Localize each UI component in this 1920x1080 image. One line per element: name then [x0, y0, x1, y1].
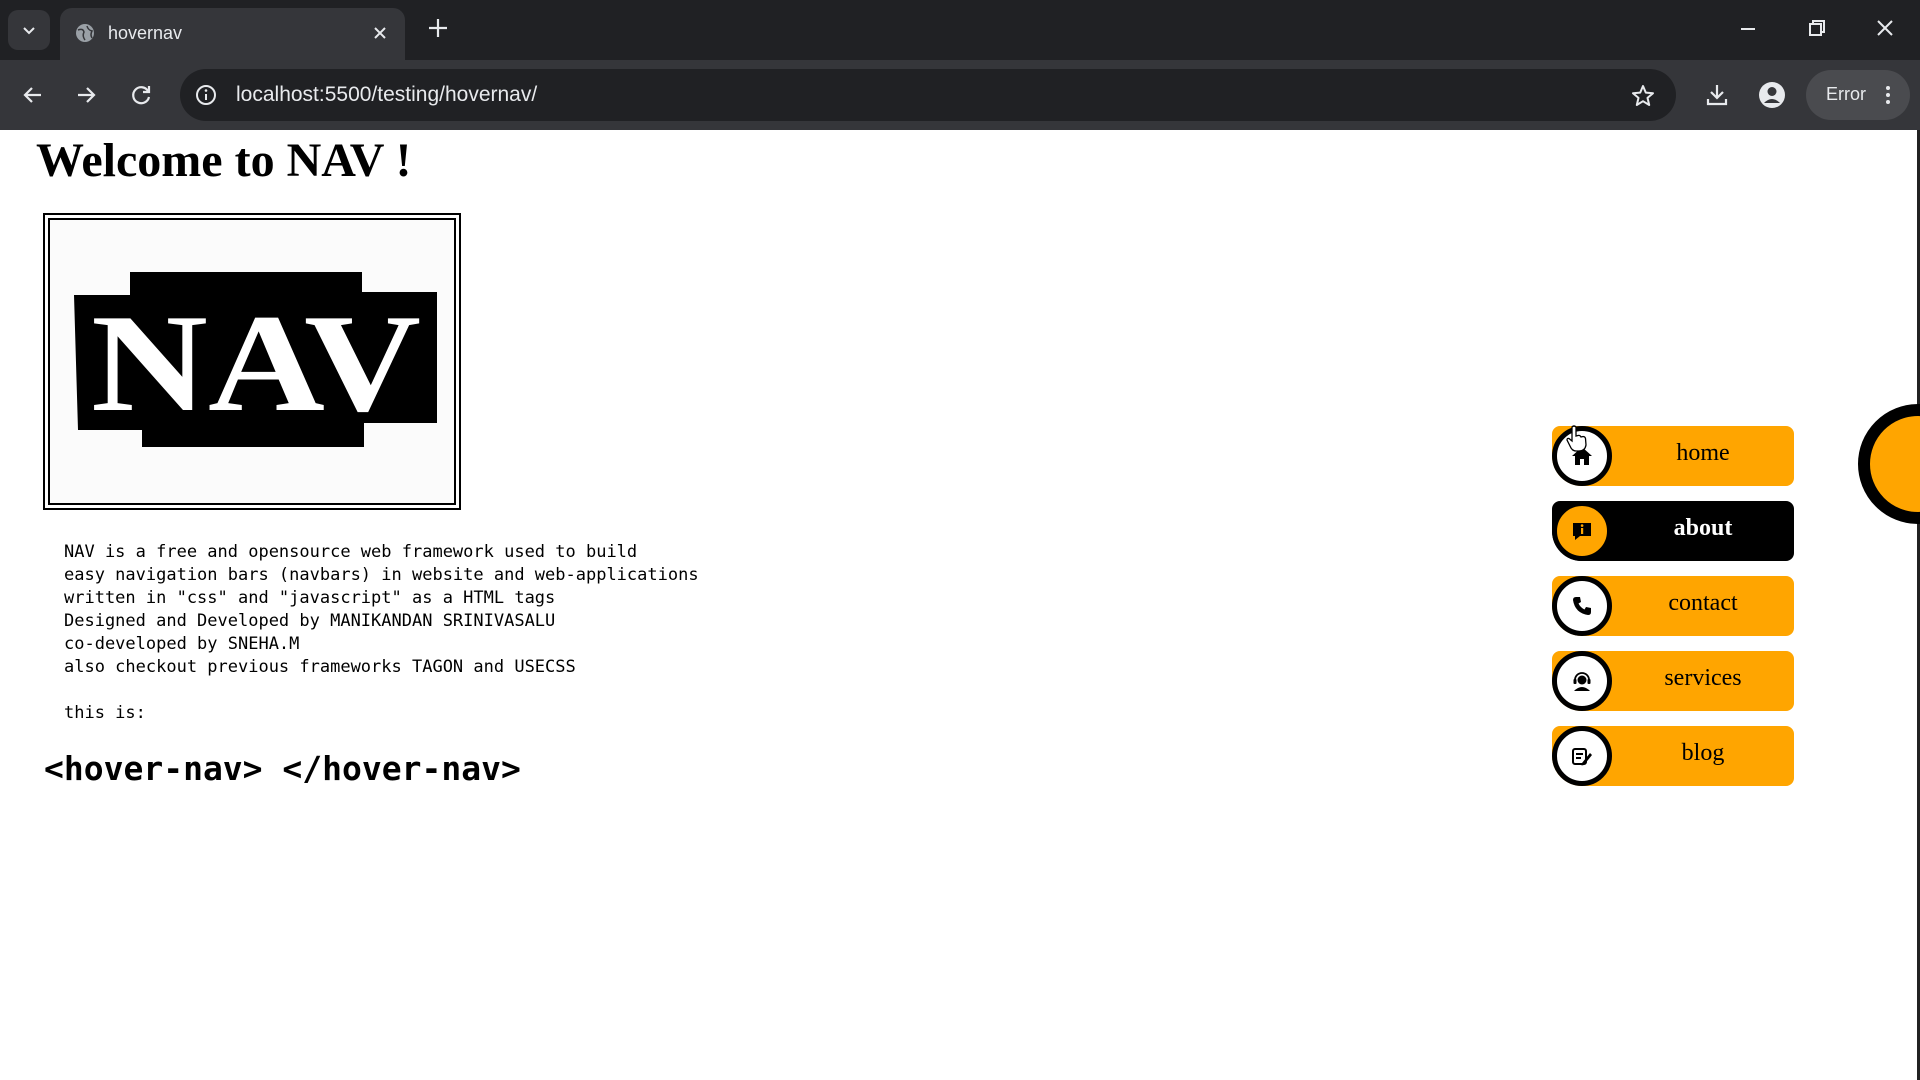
download-icon[interactable]	[1704, 82, 1730, 108]
nav-item-about[interactable]: about	[1552, 501, 1794, 561]
nav-label-about: about	[1673, 515, 1733, 541]
desc-line: easy navigation bars (navbars) in websit…	[64, 565, 699, 585]
reload-icon[interactable]	[128, 82, 154, 108]
chevron-down-icon	[23, 27, 35, 35]
desc-line: Designed and Developed by MANIKANDAN SRI…	[64, 611, 556, 631]
page-title: Welcome to NAV !	[36, 134, 412, 187]
nav-logo-frame: NAV	[43, 213, 461, 510]
close-window-icon[interactable]	[1871, 14, 1899, 42]
nav-icon-circle	[1552, 501, 1612, 561]
nav-label-home: home	[1676, 440, 1730, 466]
desc-line: NAV is a free and opensource web framewo…	[64, 542, 638, 562]
nav-icon-circle	[1552, 726, 1612, 786]
nav-item-contact[interactable]: contact	[1552, 576, 1794, 636]
globe-icon	[76, 24, 94, 42]
nav-label-contact: contact	[1668, 590, 1738, 616]
more-menu-icon[interactable]	[1884, 85, 1892, 105]
phone-icon	[1573, 597, 1591, 615]
nav-label-blog: blog	[1681, 740, 1725, 766]
url-text[interactable]: localhost:5500/testing/hovernav/	[236, 83, 537, 107]
nav-logo-image: NAV	[74, 272, 437, 447]
restore-icon[interactable]	[1803, 14, 1831, 42]
nav-item-home[interactable]: home	[1552, 426, 1794, 486]
profile-error-button[interactable]: Error	[1806, 70, 1910, 120]
minimize-icon[interactable]	[1734, 14, 1762, 42]
close-tab-icon[interactable]	[369, 22, 391, 44]
nav-item-services[interactable]: services	[1552, 651, 1794, 711]
desc-line: co-developed by SNEHA.M	[64, 634, 300, 654]
nav-logo: NAV	[48, 218, 456, 505]
info-icon	[1573, 523, 1591, 540]
back-arrow-icon[interactable]	[20, 82, 46, 108]
description-text: NAV is a free and opensource web framewo…	[64, 541, 699, 725]
bookmark-star-icon[interactable]	[1630, 83, 1656, 109]
hand-cursor-icon	[1566, 425, 1587, 452]
profile-error-label: Error	[1826, 84, 1866, 104]
new-tab-icon[interactable]	[424, 14, 452, 42]
desc-line: this is:	[64, 703, 146, 723]
desc-line: written in "css" and "javascript" as a H…	[64, 588, 556, 608]
tab-title: hovernav	[108, 23, 183, 43]
tab-search-button[interactable]	[8, 10, 50, 50]
address-bar[interactable]: localhost:5500/testing/hovernav/	[180, 69, 1676, 121]
browser-tab[interactable]: hovernav	[60, 8, 405, 60]
site-info-icon[interactable]	[194, 83, 218, 107]
nav-item-blog[interactable]: blog	[1552, 726, 1794, 786]
support-agent-icon	[1573, 672, 1591, 691]
edit-note-icon	[1572, 748, 1592, 766]
logo-text: NAV	[91, 286, 421, 441]
browser-toolbar: localhost:5500/testing/hovernav/ Error	[0, 60, 1920, 130]
forward-arrow-icon[interactable]	[73, 82, 99, 108]
desc-line: also checkout previous frameworks TAGON …	[64, 657, 576, 677]
nav-icon-circle	[1552, 651, 1612, 711]
hover-nav-tag-example: <hover-nav> </hover-nav>	[44, 749, 521, 788]
nav-label-services: services	[1664, 665, 1742, 691]
nav-icon-circle	[1552, 576, 1612, 636]
browser-tab-bar: hovernav	[0, 0, 1920, 60]
profile-avatar-icon[interactable]	[1757, 80, 1787, 110]
